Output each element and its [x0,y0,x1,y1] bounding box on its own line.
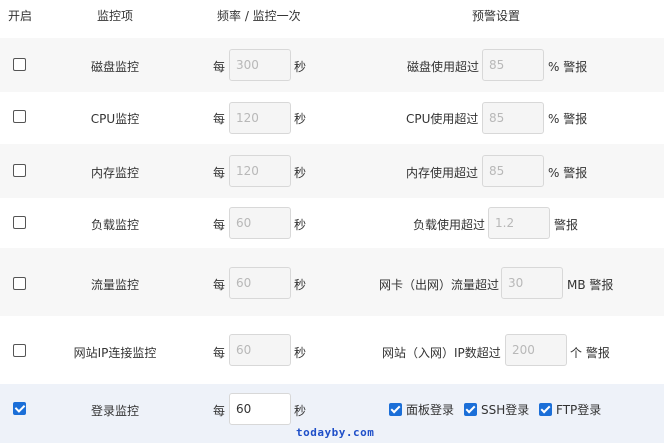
table-header: 开启 监控项 频率 / 监控一次 预警设置 [0,0,664,36]
frequency-input[interactable]: 60 [229,334,291,366]
freq-unit: 秒 [294,166,307,180]
threshold-input[interactable]: 85 [482,49,544,81]
alert-unit: % 警报 [548,60,588,74]
alert-unit: % 警报 [548,112,588,126]
frequency-input[interactable]: 60 [229,267,291,299]
table-row: 网站IP连接监控 每 60 秒 网站（入网）IP数超过 200 个 警报 [0,316,664,384]
threshold-input[interactable]: 30 [501,267,563,299]
threshold-input[interactable]: 85 [482,102,544,134]
frequency-input[interactable]: 60 [229,393,291,425]
login-option-ssh[interactable]: SSH登录 [464,401,529,418]
enable-checkbox[interactable] [13,402,26,415]
monitor-name: 磁盘监控 [90,60,139,74]
monitor-name: 流量监控 [90,278,139,292]
alert-unit: 警报 [554,218,579,232]
alert-label: 内存使用超过 [406,166,479,180]
frequency-input[interactable]: 60 [229,207,291,239]
frequency-input[interactable]: 120 [229,102,291,134]
header-frequency: 频率 / 监控一次 [217,9,301,23]
login-option-label: FTP登录 [556,403,602,417]
login-option-ftp[interactable]: FTP登录 [539,401,601,418]
table-row: 内存监控 每 120 秒 内存使用超过 85 % 警报 [0,144,664,198]
alert-unit: 个 警报 [570,346,610,360]
freq-unit: 秒 [294,60,307,74]
login-option-panel[interactable]: 面板登录 [389,401,454,418]
alert-unit: MB 警报 [567,278,614,292]
freq-unit: 秒 [294,278,307,292]
frequency-input[interactable]: 120 [229,155,291,187]
freq-prefix: 每 [213,346,226,360]
freq-unit: 秒 [294,218,307,232]
checkbox-checked-icon [389,403,402,416]
freq-prefix: 每 [213,278,226,292]
login-option-label: 面板登录 [406,403,455,417]
checkbox-checked-icon [539,403,552,416]
header-item: 监控项 [97,9,134,23]
freq-prefix: 每 [213,166,226,180]
table-row: CPU监控 每 120 秒 CPU使用超过 85 % 警报 [0,92,664,144]
monitor-name: 内存监控 [90,166,139,180]
freq-unit: 秒 [294,404,307,418]
enable-checkbox[interactable] [13,110,26,123]
frequency-input[interactable]: 300 [229,49,291,81]
enable-checkbox[interactable] [13,277,26,290]
threshold-input[interactable]: 200 [505,334,567,366]
freq-unit: 秒 [294,112,307,126]
alert-label: 负载使用超过 [413,218,486,232]
monitor-name: CPU监控 [90,112,140,126]
enable-checkbox[interactable] [13,58,26,71]
monitor-name: 网站IP连接监控 [73,346,157,360]
checkbox-checked-icon [464,403,477,416]
enable-checkbox[interactable] [13,216,26,229]
alert-unit: % 警报 [548,166,588,180]
alert-label: 磁盘使用超过 [407,60,480,74]
watermark: todayby.com [296,426,375,439]
alert-label: CPU使用超过 [406,112,479,126]
monitor-name: 登录监控 [90,404,139,418]
freq-prefix: 每 [213,112,226,126]
freq-unit: 秒 [294,346,307,360]
freq-prefix: 每 [213,404,226,418]
enable-checkbox[interactable] [13,164,26,177]
table-row: 负载监控 每 60 秒 负载使用超过 1.2 警报 [0,198,664,248]
alert-label: 网卡（出网）流量超过 [379,278,500,292]
header-enable: 开启 [8,9,33,23]
threshold-input[interactable]: 85 [482,155,544,187]
table-row: 流量监控 每 60 秒 网卡（出网）流量超过 30 MB 警报 [0,248,664,316]
freq-prefix: 每 [213,60,226,74]
table-row: 磁盘监控 每 300 秒 磁盘使用超过 85 % 警报 [0,38,664,92]
freq-prefix: 每 [213,218,226,232]
alert-label: 网站（入网）IP数超过 [382,346,501,360]
enable-checkbox[interactable] [13,344,26,357]
header-alert: 预警设置 [472,9,521,23]
threshold-input[interactable]: 1.2 [488,207,550,239]
login-option-label: SSH登录 [481,403,530,417]
monitor-name: 负载监控 [90,218,139,232]
